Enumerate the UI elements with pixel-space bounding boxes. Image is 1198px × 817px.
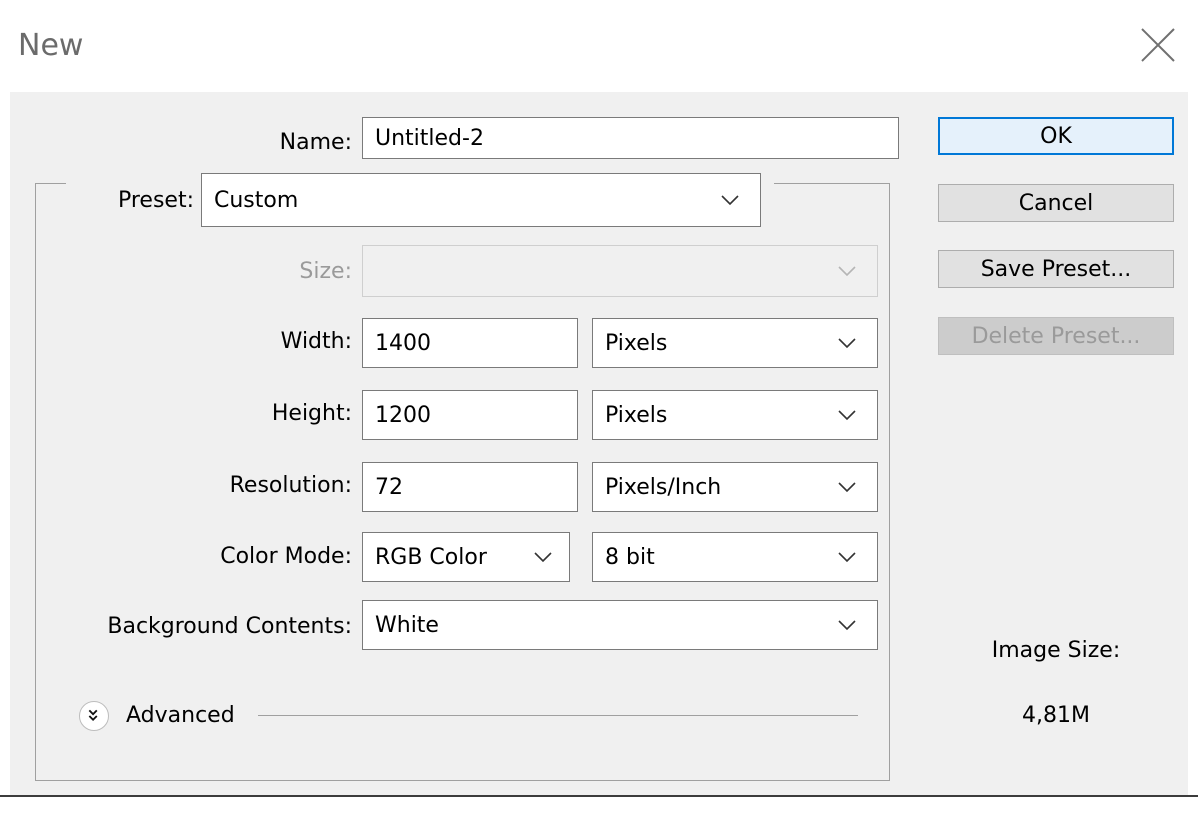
resolution-input[interactable]: 72 bbox=[362, 462, 578, 512]
color-mode-value: RGB Color bbox=[375, 544, 487, 570]
resolution-unit-value: Pixels/Inch bbox=[605, 474, 722, 500]
cancel-button[interactable]: Cancel bbox=[938, 184, 1174, 222]
resolution-value: 72 bbox=[375, 474, 403, 500]
advanced-toggle-button[interactable] bbox=[79, 701, 109, 731]
ok-button[interactable]: OK bbox=[938, 117, 1174, 155]
delete-preset-button: Delete Preset... bbox=[938, 317, 1174, 355]
double-chevron-down-icon bbox=[88, 709, 98, 722]
preset-dropdown[interactable]: Custom bbox=[201, 173, 761, 227]
dialog-bottom-border bbox=[0, 795, 1198, 797]
chevron-down-icon bbox=[721, 195, 739, 206]
advanced-label[interactable]: Advanced bbox=[126, 703, 235, 728]
color-mode-dropdown[interactable]: RGB Color bbox=[362, 532, 570, 582]
chevron-down-icon bbox=[534, 552, 552, 563]
image-size-label: Image Size: bbox=[991, 638, 1121, 663]
height-label: Height: bbox=[271, 401, 352, 426]
width-unit-dropdown[interactable]: Pixels bbox=[592, 318, 878, 368]
width-input[interactable]: 1400 bbox=[362, 318, 578, 368]
save-preset-button[interactable]: Save Preset... bbox=[938, 250, 1174, 288]
chevron-down-icon bbox=[838, 482, 856, 493]
height-unit-value: Pixels bbox=[605, 402, 668, 428]
preset-value: Custom bbox=[214, 187, 299, 213]
size-dropdown bbox=[362, 245, 878, 297]
chevron-down-icon bbox=[838, 410, 856, 421]
background-contents-value: White bbox=[375, 612, 439, 638]
close-icon[interactable] bbox=[1140, 27, 1176, 63]
chevron-down-icon bbox=[838, 266, 856, 277]
advanced-separator bbox=[258, 715, 858, 716]
size-label: Size: bbox=[299, 259, 352, 284]
background-contents-label: Background Contents: bbox=[107, 614, 352, 639]
width-unit-value: Pixels bbox=[605, 330, 668, 356]
height-input[interactable]: 1200 bbox=[362, 390, 578, 440]
preset-label: Preset: bbox=[117, 188, 194, 213]
width-value: 1400 bbox=[375, 330, 431, 356]
color-mode-label: Color Mode: bbox=[220, 544, 352, 569]
chevron-down-icon bbox=[838, 552, 856, 563]
resolution-unit-dropdown[interactable]: Pixels/Inch bbox=[592, 462, 878, 512]
bit-depth-value: 8 bit bbox=[605, 544, 655, 570]
image-size-value: 4,81M bbox=[1022, 703, 1090, 728]
name-label: Name: bbox=[279, 130, 352, 155]
dialog-title: New bbox=[18, 28, 84, 63]
name-input-value: Untitled-2 bbox=[375, 125, 484, 151]
width-label: Width: bbox=[280, 329, 352, 354]
chevron-down-icon bbox=[838, 338, 856, 349]
height-unit-dropdown[interactable]: Pixels bbox=[592, 390, 878, 440]
height-value: 1200 bbox=[375, 402, 431, 428]
bit-depth-dropdown[interactable]: 8 bit bbox=[592, 532, 878, 582]
resolution-label: Resolution: bbox=[229, 473, 352, 498]
name-input[interactable]: Untitled-2 bbox=[362, 117, 899, 159]
background-contents-dropdown[interactable]: White bbox=[362, 600, 878, 650]
chevron-down-icon bbox=[838, 620, 856, 631]
